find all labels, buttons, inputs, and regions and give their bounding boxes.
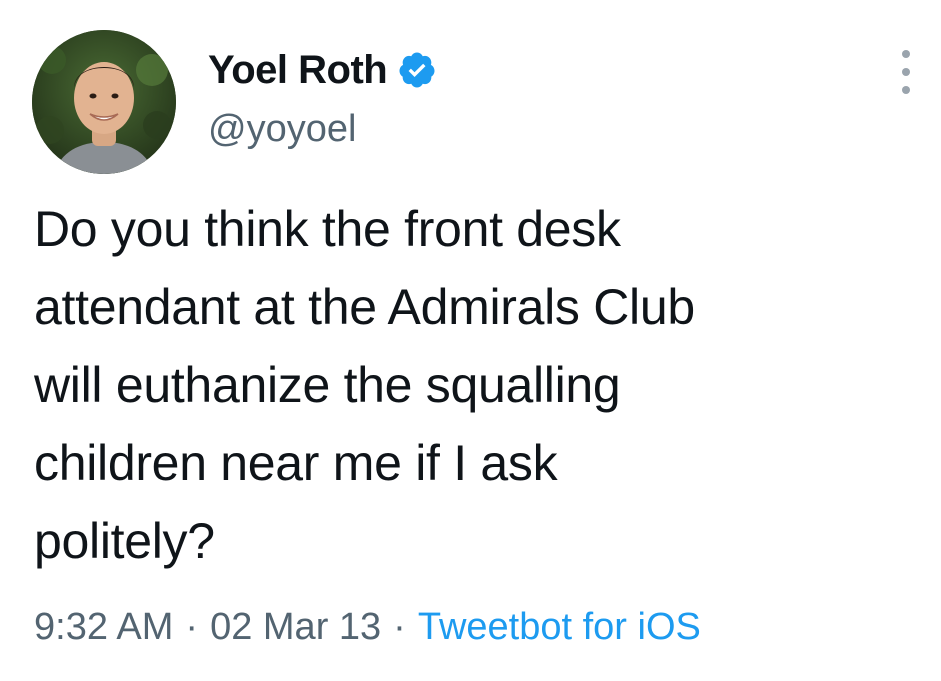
tweet-text-line: Do you think the front desk (34, 201, 621, 257)
profile-photo (32, 30, 176, 174)
separator: · (393, 606, 406, 648)
author-name-row: Yoel Roth (208, 44, 437, 96)
tweet-text-line: attendant at the Admirals Club (34, 279, 695, 335)
tweet-text-line: children near me if I ask (34, 435, 558, 491)
separator: · (185, 606, 199, 648)
avatar[interactable] (32, 30, 176, 174)
display-name[interactable]: Yoel Roth (208, 48, 388, 93)
more-dot (902, 50, 910, 58)
tweet-text-line: will euthanize the squalling (34, 357, 621, 413)
tweet-text: Do you think the front desk attendant at… (34, 190, 934, 580)
tweet-text-line: politely? (34, 513, 215, 569)
tweet-time[interactable]: 9:32 AM (34, 606, 173, 649)
more-dot (902, 68, 910, 76)
more-dot (902, 86, 910, 94)
author-handle[interactable]: @yoyoel (208, 108, 356, 151)
tweet-source-link[interactable]: Tweetbot for iOS (418, 606, 701, 649)
more-vertical-icon[interactable] (892, 50, 920, 94)
tweet-card: Yoel Roth @yoyoel Do you think the front… (0, 0, 941, 681)
verified-badge-icon (397, 50, 437, 90)
tweet-metadata: 9:32 AM · 02 Mar 13 · Tweetbot for iOS (34, 606, 701, 649)
tweet-date[interactable]: 02 Mar 13 (210, 606, 381, 649)
